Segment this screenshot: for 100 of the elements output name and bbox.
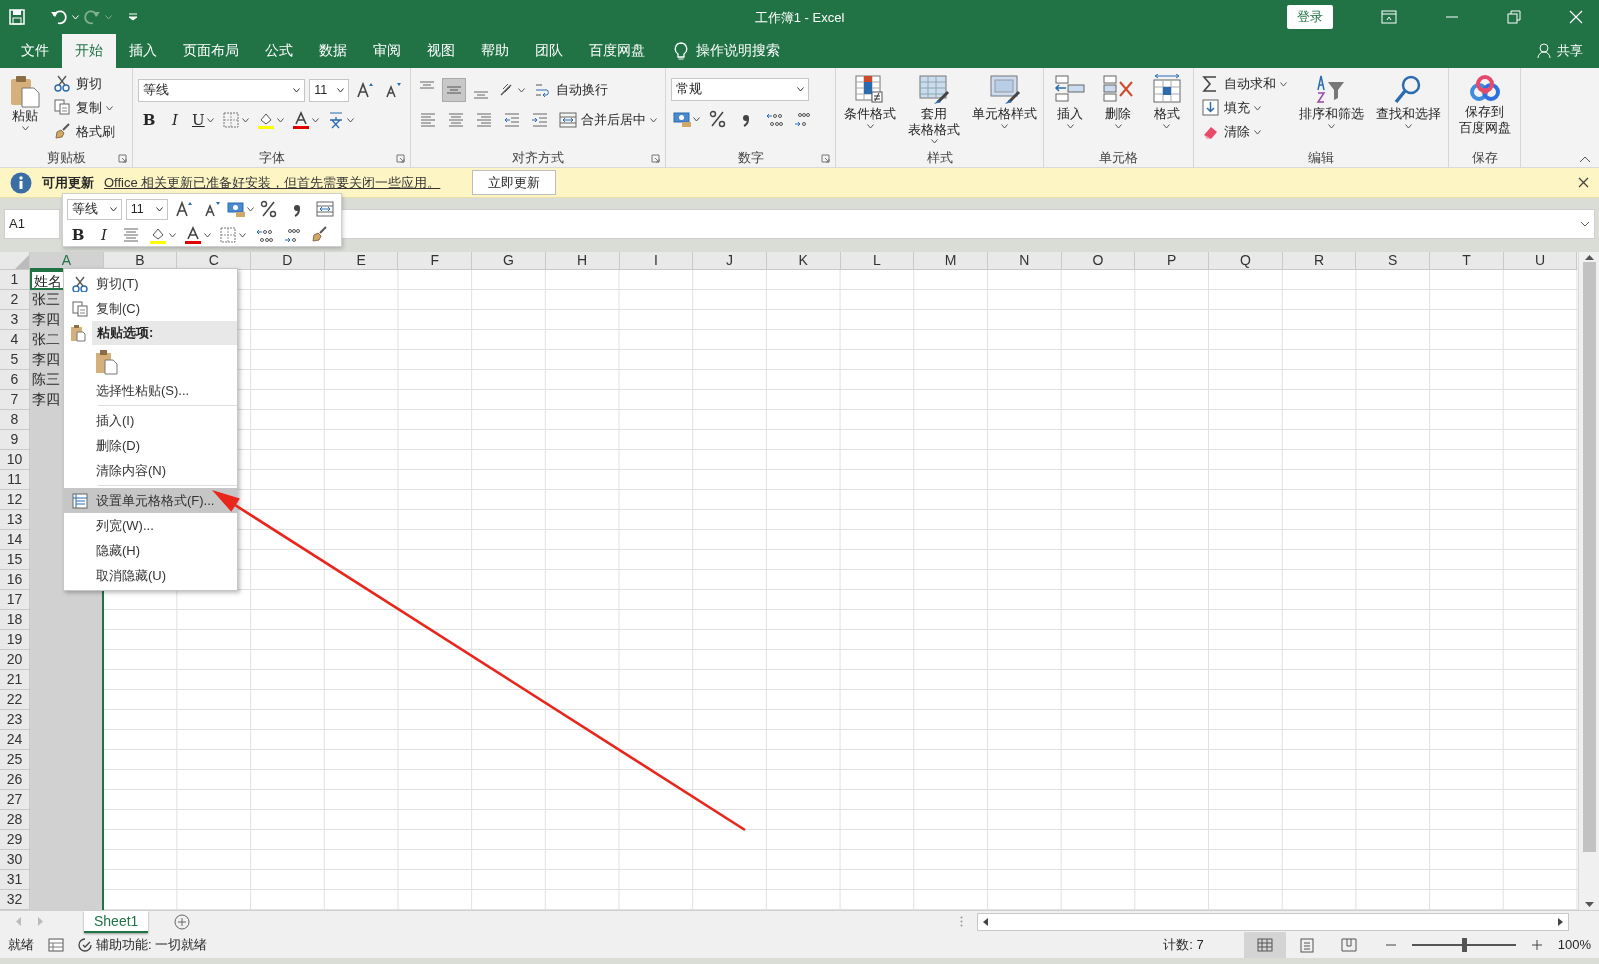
font-size-combo[interactable]: 11 bbox=[125, 198, 169, 220]
column-header[interactable]: T bbox=[1430, 252, 1504, 270]
wrap-text-button[interactable]: 自动换行 bbox=[531, 78, 611, 102]
autosum-button[interactable]: 自动求和 bbox=[1199, 72, 1290, 96]
sheet-tab[interactable]: Sheet1 bbox=[84, 910, 149, 933]
clear-button[interactable]: 清除 bbox=[1199, 120, 1290, 144]
vertical-scrollbar[interactable] bbox=[1578, 252, 1599, 910]
column-header[interactable]: C bbox=[177, 252, 252, 270]
undo-icon[interactable] bbox=[50, 8, 68, 26]
menu-item[interactable]: 取消隐藏(U) bbox=[64, 563, 237, 588]
ribbon-tab[interactable]: 开始 bbox=[62, 34, 116, 68]
row-header[interactable]: 16 bbox=[0, 570, 30, 590]
slider-thumb[interactable] bbox=[1461, 938, 1467, 952]
menu-item[interactable]: 复制(C) bbox=[64, 296, 237, 321]
menu-item[interactable]: 列宽(W)... bbox=[64, 513, 237, 538]
column-header[interactable]: O bbox=[1061, 252, 1136, 270]
accessibility-status[interactable]: 辅助功能: 一切就绪 bbox=[96, 935, 208, 955]
column-header[interactable]: D bbox=[251, 252, 325, 270]
ribbon-tab[interactable]: 帮助 bbox=[468, 34, 522, 68]
row-header[interactable]: 20 bbox=[0, 650, 30, 670]
row-header[interactable]: 12 bbox=[0, 490, 30, 510]
column-header[interactable]: G bbox=[472, 252, 546, 270]
menu-item[interactable]: 设置单元格格式(F)... bbox=[64, 488, 237, 513]
cut-button[interactable]: 剪切 bbox=[51, 72, 118, 96]
scroll-down-icon[interactable] bbox=[1584, 902, 1594, 908]
row-header[interactable]: 11 bbox=[0, 470, 30, 490]
column-header[interactable]: F bbox=[398, 252, 473, 270]
row-header[interactable]: 10 bbox=[0, 450, 30, 470]
column-header[interactable]: S bbox=[1356, 252, 1431, 270]
dialog-launcher-icon[interactable] bbox=[651, 153, 660, 163]
row-header[interactable]: 4 bbox=[0, 330, 30, 350]
collapse-ribbon-icon[interactable] bbox=[1579, 156, 1591, 163]
row-header[interactable]: 23 bbox=[0, 710, 30, 730]
ribbon-tab[interactable]: 视图 bbox=[414, 34, 468, 68]
column-header[interactable]: R bbox=[1282, 252, 1357, 270]
column-header[interactable]: E bbox=[324, 252, 399, 270]
italic-button[interactable]: I bbox=[93, 223, 115, 247]
format-button[interactable]: 格式 bbox=[1147, 72, 1186, 148]
column-header[interactable]: N bbox=[987, 252, 1062, 270]
delete-button[interactable]: 删除 bbox=[1099, 72, 1138, 148]
percent-icon[interactable] bbox=[260, 200, 278, 218]
paste-button[interactable]: 粘贴 bbox=[5, 72, 45, 148]
row-header[interactable]: 5 bbox=[0, 350, 30, 370]
row-header[interactable]: 2 bbox=[0, 290, 30, 310]
restore-icon[interactable] bbox=[1507, 10, 1521, 24]
menu-item[interactable]: 隐藏(H) bbox=[64, 538, 237, 563]
column-header[interactable]: K bbox=[766, 252, 841, 270]
underline-button[interactable]: U bbox=[190, 108, 216, 132]
row-header[interactable]: 17 bbox=[0, 590, 30, 610]
copy-button[interactable]: 复制 bbox=[51, 96, 118, 120]
row-header[interactable]: 19 bbox=[0, 630, 30, 650]
ribbon-tab[interactable]: 插入 bbox=[116, 34, 170, 68]
shrink-font-icon[interactable] bbox=[203, 200, 222, 218]
menu-item[interactable]: 插入(I) bbox=[64, 408, 237, 433]
ribbon-tab[interactable]: 页面布局 bbox=[170, 34, 252, 68]
bold-button[interactable]: B bbox=[67, 223, 89, 247]
shrink-font-icon[interactable] bbox=[384, 81, 402, 99]
update-now-button[interactable]: 立即更新 bbox=[472, 169, 557, 196]
row-header[interactable]: 8 bbox=[0, 410, 30, 430]
format-table-button[interactable]: 套用 表格格式 bbox=[905, 72, 963, 148]
menu-item[interactable]: 选择性粘贴(S)... bbox=[64, 378, 237, 403]
row-header[interactable]: 9 bbox=[0, 430, 30, 450]
row-header[interactable]: 6 bbox=[0, 370, 30, 390]
name-box[interactable]: A1 bbox=[4, 209, 60, 239]
ribbon-tab[interactable]: 团队 bbox=[522, 34, 576, 68]
ribbon-tab[interactable]: 公式 bbox=[252, 34, 306, 68]
paste-option-button[interactable] bbox=[95, 348, 119, 375]
font-name-combo[interactable]: 等线 bbox=[67, 198, 122, 220]
add-sheet-icon[interactable] bbox=[174, 913, 191, 930]
dialog-launcher-icon[interactable] bbox=[396, 153, 405, 163]
view-button[interactable] bbox=[1243, 932, 1286, 958]
row-header[interactable]: 22 bbox=[0, 690, 30, 710]
column-header[interactable]: Q bbox=[1209, 252, 1283, 270]
row-header[interactable]: 30 bbox=[0, 850, 30, 870]
close-icon[interactable] bbox=[1578, 177, 1589, 188]
bold-button[interactable]: B bbox=[138, 108, 160, 132]
grow-font-icon[interactable] bbox=[175, 200, 194, 218]
row-header[interactable]: 26 bbox=[0, 770, 30, 790]
menu-item[interactable]: 删除(D) bbox=[64, 433, 237, 458]
row-header[interactable]: 25 bbox=[0, 750, 30, 770]
customize-icon[interactable] bbox=[128, 13, 138, 21]
row-header[interactable]: 13 bbox=[0, 510, 30, 530]
share-button[interactable]: 共享 bbox=[1537, 34, 1583, 68]
zoom-level[interactable]: 100% bbox=[1557, 935, 1591, 955]
grow-font-icon[interactable] bbox=[356, 81, 374, 99]
column-header[interactable]: A bbox=[30, 252, 104, 270]
zoom-in-icon[interactable] bbox=[1531, 940, 1542, 950]
row-header[interactable]: 15 bbox=[0, 550, 30, 570]
column-header[interactable]: J bbox=[693, 252, 767, 270]
row-header[interactable]: 18 bbox=[0, 610, 30, 630]
row-header[interactable]: 27 bbox=[0, 790, 30, 810]
merge-center-button[interactable]: 合并后居中 bbox=[556, 108, 660, 132]
ribbon-tab[interactable]: 文件 bbox=[8, 34, 62, 68]
row-header[interactable]: 29 bbox=[0, 830, 30, 850]
brush-icon[interactable] bbox=[311, 226, 329, 244]
column-header[interactable]: U bbox=[1503, 252, 1578, 270]
insert-button[interactable]: 插入 bbox=[1051, 72, 1090, 148]
ribbon-tab[interactable]: 百度网盘 bbox=[576, 34, 658, 68]
row-header[interactable]: 1 bbox=[0, 270, 30, 290]
column-header[interactable]: M bbox=[914, 252, 988, 270]
